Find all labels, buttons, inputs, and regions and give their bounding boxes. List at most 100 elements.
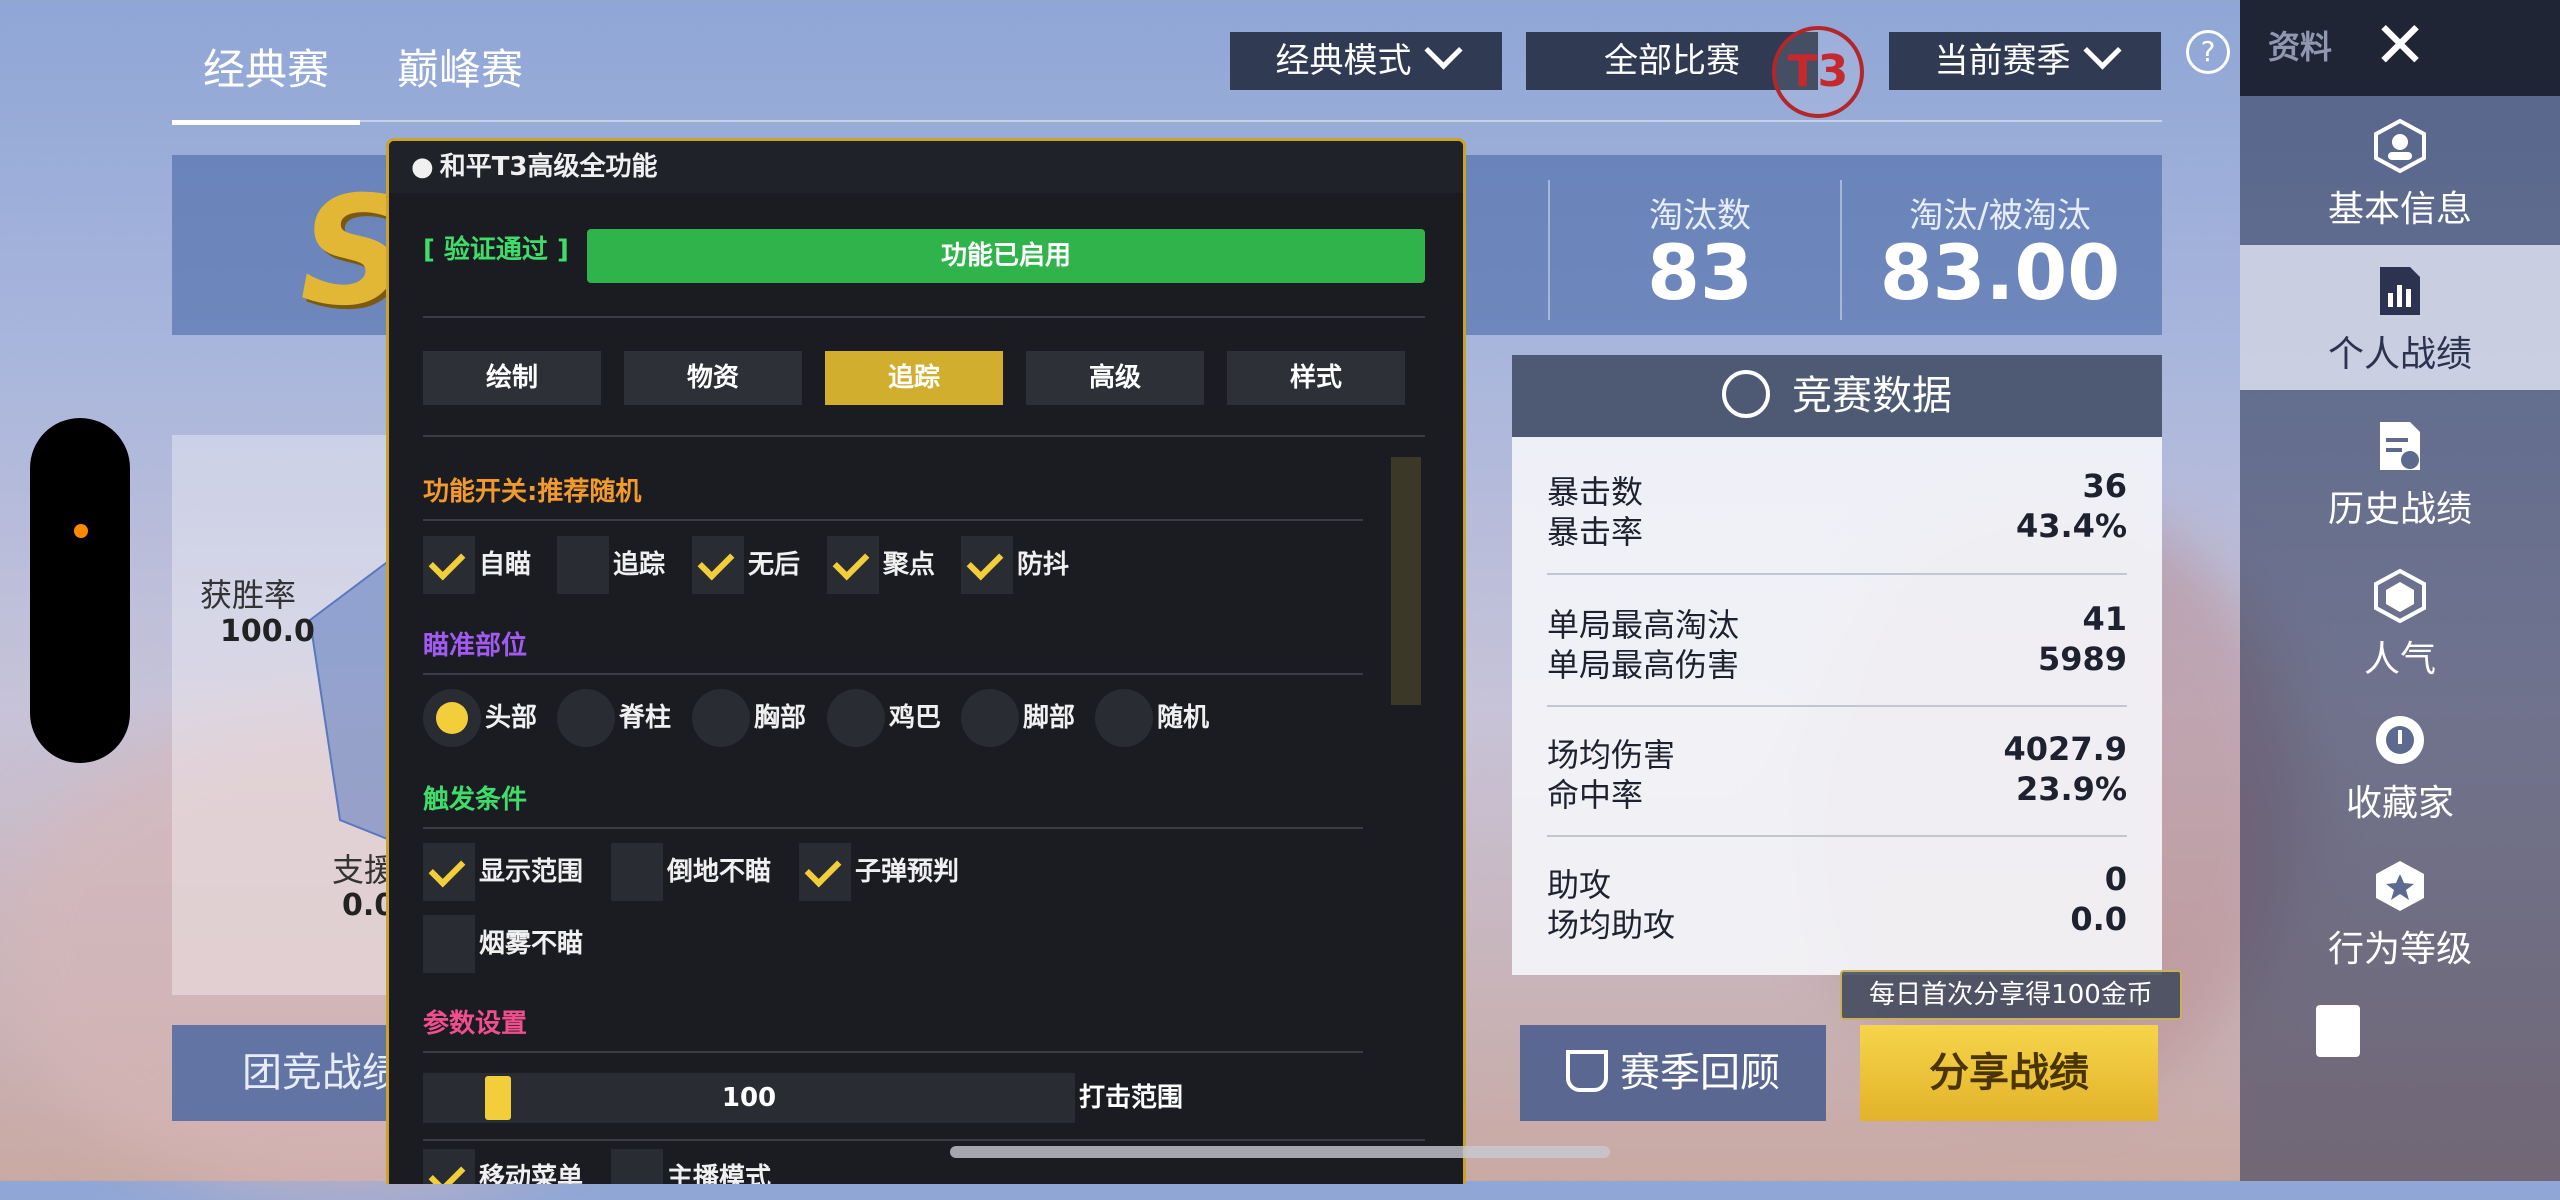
floating-control[interactable]: [30, 418, 130, 763]
sidebar-item-label: 历史战绩: [2327, 489, 2472, 530]
t3-badge[interactable]: T3: [1772, 26, 1864, 118]
behavior-icon: [2376, 861, 2424, 911]
radio-label: 胸部: [754, 703, 807, 733]
stat-row: 命中率 23.9%: [1547, 770, 2127, 816]
apple-icon: ●: [411, 152, 434, 182]
checkbox-no-aim-smoke[interactable]: 烟雾不瞄: [423, 915, 583, 973]
stat-row-value: 23.9%: [2015, 770, 2127, 808]
stat-divider: [1548, 180, 1550, 320]
tab-supplies[interactable]: 物资: [624, 351, 802, 405]
share-button[interactable]: 分享战绩: [1860, 1025, 2158, 1121]
stat-divider: [1547, 835, 2127, 837]
history-doc-icon: [2380, 422, 2420, 470]
checkbox-move-menu[interactable]: 移动菜单: [423, 1149, 583, 1184]
overlay-title-bar[interactable]: ● 和平T3高级全功能: [389, 141, 1463, 193]
stats-doc-icon: [2380, 267, 2420, 315]
radio-chest[interactable]: 胸部: [692, 689, 806, 747]
radio-foot[interactable]: 脚部: [961, 689, 1075, 747]
scrollbar[interactable]: [1391, 457, 1421, 705]
stat-row-value: 4027.9: [2003, 730, 2127, 768]
tab-tracking[interactable]: 追踪: [825, 351, 1003, 405]
stat-row: 单局最高伤害 5989: [1547, 640, 2127, 686]
home-indicator[interactable]: [950, 1146, 1610, 1158]
sidebar-item-popularity[interactable]: 人气: [2240, 568, 2560, 708]
season-review-button[interactable]: 赛季回顾: [1520, 1025, 1826, 1121]
checkbox-label: 子弹预判: [855, 857, 960, 887]
checkbox-label: 显示范围: [479, 857, 584, 887]
close-icon[interactable]: ✕: [2368, 14, 2432, 78]
checkbox-aimbot[interactable]: 自瞄: [423, 536, 531, 594]
tab-peak[interactable]: 巅峰赛: [370, 20, 550, 120]
sidebar-item-label: 基本信息: [2327, 189, 2472, 230]
stat-divider: [1547, 573, 2127, 575]
overlay-menu[interactable]: ● 和平T3高级全功能 [ 验证通过 ] 功能已启用 绘制 物资 追踪 高级 样式…: [386, 138, 1466, 1184]
stat-row-label: 暴击率: [1547, 513, 1644, 551]
divider: [423, 1139, 1425, 1141]
divider: [423, 673, 1363, 675]
mode-dropdown[interactable]: 经典模式: [1230, 31, 1502, 90]
section-aim-part: 瞄准部位: [423, 631, 528, 661]
radio-groin[interactable]: 鸡巴: [827, 689, 941, 747]
stat-row-label: 场均伤害: [1547, 736, 1676, 774]
stat-row-label: 单局最高淘汰: [1547, 606, 1740, 644]
checkbox-show-range[interactable]: 显示范围: [423, 843, 583, 901]
checkbox-label: 防抖: [1017, 550, 1070, 580]
radio-label: 头部: [485, 703, 538, 733]
checkbox-box: [557, 536, 609, 594]
radio-circle: [1095, 689, 1153, 747]
radio-head[interactable]: 头部: [423, 689, 537, 747]
slider-value: 100: [721, 1083, 777, 1113]
radio-label: 脊柱: [619, 703, 672, 733]
checkbox-no-aim-downed[interactable]: 倒地不瞄: [611, 843, 771, 901]
stat-row-value: 41: [2082, 600, 2127, 638]
stat-row-value: 5989: [2037, 640, 2127, 678]
radio-random[interactable]: 随机: [1095, 689, 1209, 747]
season-dropdown[interactable]: 当前赛季: [1889, 31, 2161, 90]
sidebar-item-behavior[interactable]: 行为等级: [2240, 858, 2560, 998]
checkbox-anti-shake[interactable]: 防抖: [961, 536, 1069, 594]
competition-header: 竞赛数据: [1512, 355, 2162, 437]
stat-row-label: 单局最高伤害: [1547, 646, 1740, 684]
sidebar-item-label: 收藏家: [2345, 783, 2454, 824]
checkbox-tracking[interactable]: 追踪: [557, 536, 665, 594]
competition-panel: 竞赛数据 暴击数 36 暴击率 43.4% 单局最高淘汰 41 单局最高伤害 5989 …: [1512, 355, 2162, 975]
divider: [423, 827, 1363, 829]
radio-circle: [423, 689, 481, 747]
win-rate-value: 100.0: [220, 614, 315, 649]
checkbox-box: [611, 1149, 663, 1184]
checkbox-label: 倒地不瞄: [667, 857, 772, 887]
tab-style[interactable]: 样式: [1227, 351, 1405, 405]
checkbox-bullet-predict[interactable]: 子弹预判: [799, 843, 959, 901]
checkbox-focus[interactable]: 聚点: [827, 536, 935, 594]
trophy-icon: [1566, 1050, 1608, 1092]
sidebar-title: 资料: [2268, 28, 2333, 66]
stat-row-value: 0: [2104, 860, 2127, 898]
range-slider-thumb[interactable]: [485, 1076, 511, 1120]
collector-icon: [2376, 716, 2424, 764]
checkbox-label: 追踪: [613, 550, 666, 580]
verify-status: [ 验证通过 ]: [423, 235, 569, 265]
radio-circle: [961, 689, 1019, 747]
section-trigger: 触发条件: [423, 785, 528, 815]
document-icon[interactable]: [2316, 1005, 2360, 1057]
sidebar-item-personal-record[interactable]: 个人战绩: [2240, 245, 2560, 390]
sidebar-item-basic-info[interactable]: 基本信息: [2240, 118, 2560, 258]
help-icon[interactable]: ?: [2186, 30, 2230, 74]
checkbox-streamer-mode[interactable]: 主播模式: [611, 1149, 771, 1184]
overlay-title: 和平T3高级全功能: [439, 152, 658, 182]
checkbox-box: [827, 536, 879, 594]
slider-label: 打击范围: [1079, 1083, 1184, 1113]
stat-divider: [1547, 705, 2127, 707]
sidebar-item-history[interactable]: 历史战绩: [2240, 418, 2560, 558]
radio-spine[interactable]: 脊柱: [557, 689, 671, 747]
tab-divider: [172, 120, 2162, 122]
tab-advanced[interactable]: 高级: [1026, 351, 1204, 405]
match-dropdown-label: 全部比赛: [1604, 41, 1740, 81]
stat-row-label: 助攻: [1547, 866, 1612, 904]
tab-classic[interactable]: 经典赛: [172, 20, 360, 125]
chevron-down-icon: [1423, 31, 1463, 70]
checkbox-no-recoil[interactable]: 无后: [692, 536, 800, 594]
divider: [423, 316, 1425, 318]
sidebar-item-collector[interactable]: 收藏家: [2240, 712, 2560, 852]
tab-draw[interactable]: 绘制: [423, 351, 601, 405]
